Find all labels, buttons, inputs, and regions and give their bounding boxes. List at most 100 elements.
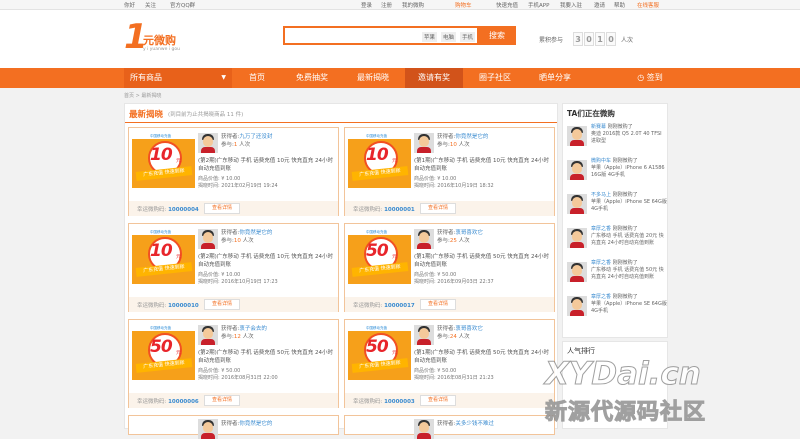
register-link[interactable]: 注册 [381,1,392,9]
face-unit: 元 [392,350,398,356]
avatar[interactable] [567,262,587,282]
result-card[interactable]: 中国移动充值 50 元广东充值 快速到账 获得者:衷哥喜欢它 参与:25 人次 (第1期)… [344,223,555,312]
avatar[interactable] [414,133,434,153]
invite-link[interactable]: 邀请 [594,1,605,9]
all-products-label: 所有商品 [130,73,162,82]
view-details-button[interactable]: 查看详情 [204,299,240,310]
product-description[interactable]: (第1期)广东移动 手机 话费充值 10元 快充直充 24小时自动充值到账 [414,157,552,173]
product-description[interactable]: (第2期)广东移动 手机 话费充值 50元 快充直充 24小时自动充值到账 [198,349,336,365]
search-tag[interactable]: 电脑 [441,32,457,42]
search-tag[interactable]: 苹果 [422,32,438,42]
product-name[interactable]: 广东移动 手机 话费充值 20元 快充直充 24小时自动充值到账 [591,233,664,246]
product-brand: 中国移动充值 [366,326,387,330]
avatar[interactable] [198,325,218,345]
product-price: 商品价值: ¥ 10.00 [198,272,241,278]
product-ribbon: 广东充值 快速到账 [351,166,409,181]
view-details-button[interactable]: 查看详情 [420,203,456,214]
buyer-name[interactable]: 不多马上 [591,192,611,198]
buyer-name[interactable]: 章厚之香 [591,260,611,266]
all-products-menu[interactable]: 所有商品 ▼ [124,68,232,88]
result-card[interactable]: 中国移动充值 10 元广东充值 快速到账 获得者:你竟然是它的 参与:10 人次 (第1期… [344,127,555,216]
result-card[interactable]: 中国移动充值 50 元广东充值 快速到账 获得者:衷子会去的 参与:12 人次 (第2期)… [128,319,339,408]
product-image[interactable]: 中国移动充值 50 元广东充值 快速到账 [348,325,411,380]
product-image[interactable]: 中国移动充值 10 元广东充值 快速到账 [348,133,411,188]
quick-recharge-link[interactable]: 快速充值 [496,1,518,9]
join-link[interactable]: 我要入驻 [560,1,582,9]
counter-label: 累积参与 [539,37,564,44]
login-link[interactable]: 登录 [361,1,372,9]
avatar[interactable] [567,228,587,248]
logo-text: 元微购 [143,34,176,47]
nav-free-draw[interactable]: 免费抽奖 [284,68,340,88]
counter-digit: 0 [606,32,616,46]
avatar[interactable] [567,194,587,214]
breadcrumb: 首页 > 最新揭晓 [124,93,162,99]
product-brand: 中国移动充值 [150,134,171,138]
help-link[interactable]: 帮助 [614,1,625,9]
site-logo[interactable]: 1 元微购 y i yuanwe i gou [124,18,184,56]
product-name[interactable]: 苹果（Apple）iPhone SE 64G版 4G手机 [591,199,667,212]
result-card[interactable]: 获得者:关多少钱不难过 [344,415,555,439]
buying-now-item[interactable]: 章厚之香 刚刚微购了 苹果（Apple）iPhone SE 64G版 4G手机 [567,294,667,334]
face-value: 10 [150,241,173,261]
view-details-button[interactable]: 查看详情 [420,395,456,406]
qq-group-link[interactable]: 官方QQ群 [170,1,195,9]
search-tag[interactable]: 手机 [460,32,476,42]
follow-link[interactable]: 关注 [145,1,156,9]
result-card[interactable]: 中国移动充值 50 元广东充值 快速到账 获得者:衷哥喜欢它 参与:24 人次 (第1期)… [344,319,555,408]
avatar[interactable] [567,160,587,180]
buyer-name[interactable]: 微购中车 [591,158,611,164]
product-description[interactable]: (第2期)广东移动 手机 话费充值 10元 快充直充 24小时自动充值到账 [198,253,336,269]
view-details-button[interactable]: 查看详情 [204,203,240,214]
result-card[interactable]: 中国移动充值 10 元广东充值 快速到账 获得者:你竟然是它的 参与:10 人次 (第2期… [128,223,339,312]
buying-now-text: 不多马上 刚刚微购了 苹果（Apple）iPhone SE 64G版 4G手机 [591,192,667,212]
product-image[interactable]: 中国移动充值 10 元广东充值 快速到账 [132,133,195,188]
winner-line: 获得者:衷哥喜欢它 [437,326,483,332]
face-unit: 元 [176,254,182,260]
product-price: 商品价值: ¥ 50.00 [198,368,241,374]
view-details-button[interactable]: 查看详情 [204,395,240,406]
nav-invite[interactable]: 邀请有奖 [405,68,463,88]
winner-line: 获得者:关多少钱不难过 [437,421,494,427]
product-image[interactable]: 中国移动充值 50 元广东充值 快速到账 [132,325,195,380]
product-ribbon: 广东充值 快速到账 [351,358,409,373]
online-service-link[interactable]: 在线客服 [637,1,659,9]
participation-line: 参与:10 人次 [437,142,470,148]
winner-line: 获得者:衷子会去的 [221,326,267,332]
nav-home[interactable]: 首页 [238,68,276,88]
product-image[interactable]: 中国移动充值 50 元广东充值 快速到账 [348,229,411,284]
product-ribbon: 广东充值 快速到账 [135,262,193,277]
avatar[interactable] [567,296,587,316]
search-input[interactable]: 苹果 电脑 手机 [283,26,479,45]
avatar[interactable] [198,133,218,153]
nav-signin[interactable]: ◷ 签到 [632,68,668,88]
nav-latest[interactable]: 最新揭晓 [346,68,400,88]
product-name[interactable]: 苹果（Apple）iPhone 6 A1586 16G版 4G手机 [591,165,665,178]
result-card[interactable]: 中国移动充值 10 元广东充值 快速到账 获得者:九万了还没封 参与:1 人次 (第2期)… [128,127,339,216]
buyer-name[interactable]: 章厚之香 [591,226,611,232]
product-name[interactable]: 苹果（Apple）iPhone SE 64G版 4G手机 [591,301,667,314]
product-description[interactable]: (第1期)广东移动 手机 话费充值 50元 快充直充 24小时自动充值到账 [414,349,552,365]
search-button[interactable]: 搜索 [478,26,516,45]
nav-share[interactable]: 晒单分享 [528,68,582,88]
nav-community[interactable]: 圈子社区 [468,68,522,88]
avatar[interactable] [414,229,434,249]
result-card[interactable]: 获得者:你竟然是它的 [128,415,339,439]
card-footer: 幸运微购码: 10000004 查看详情 [129,201,338,216]
mobile-app-link[interactable]: 手机APP [528,1,549,9]
cart-link[interactable]: 购物车 [455,1,472,9]
avatar[interactable] [198,229,218,249]
greeting: 你好 [124,3,136,9]
avatar[interactable] [567,126,587,146]
product-name[interactable]: 奥迪 2016款 Q5 2.0T 40 TFSI 进取型 [591,131,662,144]
buyer-name[interactable]: 章厚之香 [591,294,611,300]
product-description[interactable]: (第1期)广东移动 手机 话费充值 50元 快充直充 24小时自动充值到账 [414,253,552,269]
product-image[interactable]: 中国移动充值 10 元广东充值 快速到账 [132,229,195,284]
my-account-link[interactable]: 我的微购 [402,1,424,9]
product-name[interactable]: 广东移动 手机 话费充值 50元 快充直充 24小时自动充值到账 [591,267,664,280]
participation-line: 参与:12 人次 [221,334,254,340]
view-details-button[interactable]: 查看详情 [420,299,456,310]
buyer-name[interactable]: 新赛幕 [591,124,606,130]
avatar[interactable] [414,325,434,345]
product-description[interactable]: (第2期)广东移动 手机 话费充值 10元 快充直充 24小时自动充值到账 [198,157,336,173]
